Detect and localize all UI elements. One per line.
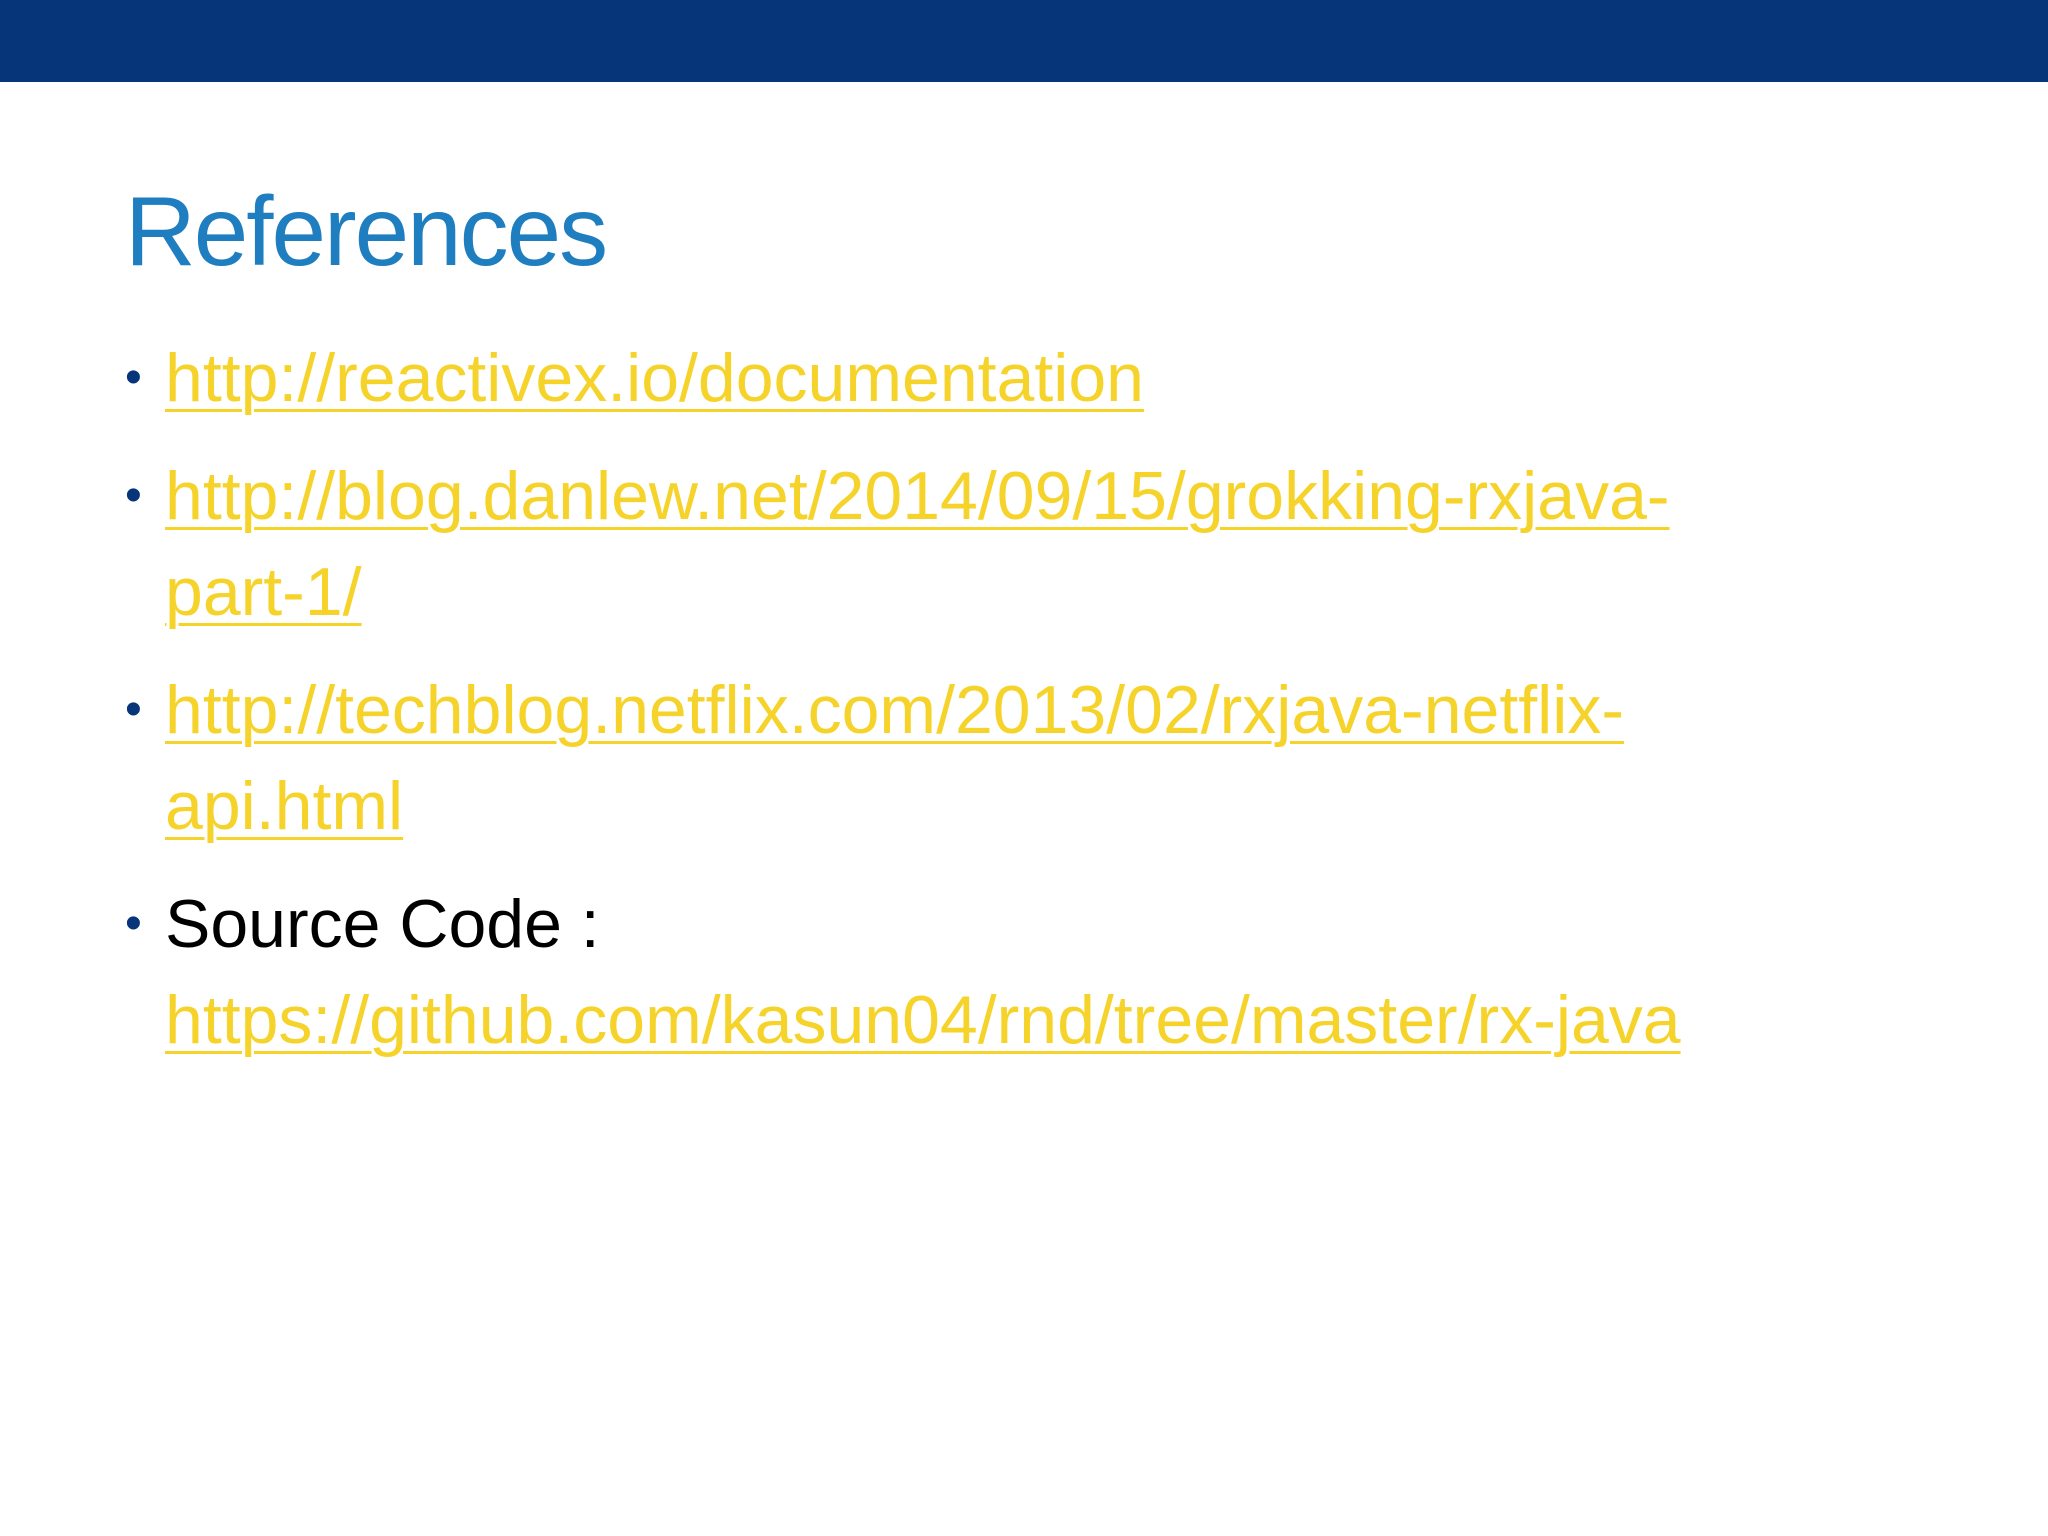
reference-link-reactivex[interactable]: http://reactivex.io/documentation bbox=[165, 340, 1144, 416]
link-text-line-2: api.html bbox=[165, 768, 404, 844]
link-text-line-1: http://techblog.netflix.com/2013/02/rxja… bbox=[165, 672, 1624, 748]
link-text: https://github.com/kasun04/rnd/tree/mast… bbox=[165, 982, 1681, 1058]
reference-link-danlew-blog[interactable]: http://blog.danlew.net/2014/09/15/grokki… bbox=[165, 448, 1975, 640]
source-code-label: Source Code : bbox=[165, 886, 600, 962]
references-list: • http://reactivex.io/documentation • ht… bbox=[125, 330, 1975, 1090]
slide-title: References bbox=[125, 176, 608, 286]
list-item: • http://reactivex.io/documentation bbox=[125, 330, 1975, 426]
slide: References • http://reactivex.io/documen… bbox=[0, 0, 2048, 1536]
list-item: • Source Code : https://github.com/kasun… bbox=[125, 876, 1975, 1068]
link-text-line-2: part-1/ bbox=[165, 554, 362, 630]
link-text-line-1: http://blog.danlew.net/2014/09/15/grokki… bbox=[165, 458, 1670, 534]
bullet-icon: • bbox=[125, 469, 142, 522]
list-item: • http://techblog.netflix.com/2013/02/rx… bbox=[125, 662, 1975, 854]
source-code-link[interactable]: https://github.com/kasun04/rnd/tree/mast… bbox=[165, 982, 1681, 1058]
list-item: • http://blog.danlew.net/2014/09/15/grok… bbox=[125, 448, 1975, 640]
top-header-bar bbox=[0, 0, 2048, 82]
bullet-icon: • bbox=[125, 897, 142, 950]
bullet-icon: • bbox=[125, 683, 142, 736]
reference-link-netflix-techblog[interactable]: http://techblog.netflix.com/2013/02/rxja… bbox=[165, 662, 1975, 854]
link-text: http://reactivex.io/documentation bbox=[165, 340, 1144, 416]
bullet-icon: • bbox=[125, 351, 142, 404]
